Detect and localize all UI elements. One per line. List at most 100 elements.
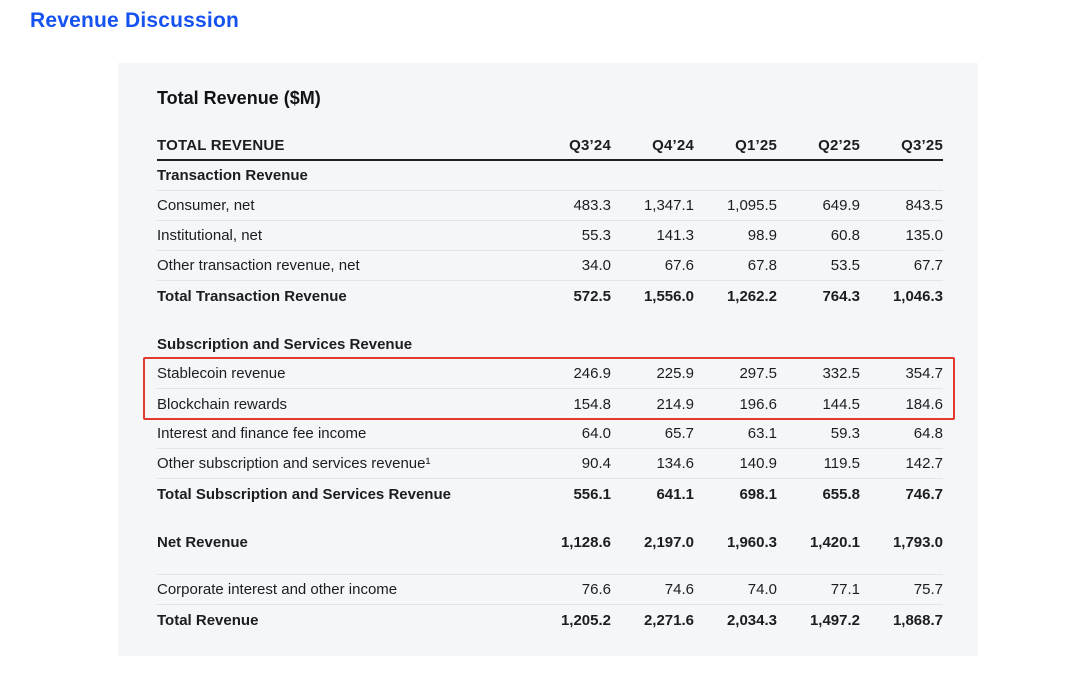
- cell-value: 746.7: [860, 486, 943, 503]
- cell-value: 2,271.6: [611, 612, 694, 629]
- cell-value: 90.4: [528, 455, 611, 472]
- cell-value: 135.0: [860, 227, 943, 244]
- cell-value: 67.6: [611, 257, 694, 274]
- cell-value: 119.5: [777, 455, 860, 472]
- cell-value: 641.1: [611, 486, 694, 503]
- table-spacer: [157, 311, 943, 329]
- table-row: Institutional, net55.3141.398.960.8135.0: [157, 221, 943, 251]
- table-spacer: [157, 509, 943, 527]
- cell-value: 655.8: [777, 486, 860, 503]
- revenue-table-body: TOTAL REVENUEQ3’24Q4’24Q1’25Q2’25Q3’25 Tr…: [157, 131, 943, 635]
- cell-value: 1,497.2: [777, 612, 860, 629]
- row-label: Net Revenue: [157, 534, 528, 551]
- row-label: Subscription and Services Revenue: [157, 336, 528, 353]
- cell-value: 142.7: [860, 455, 943, 472]
- row-label: Stablecoin revenue: [157, 365, 528, 382]
- cell-value: 1,793.0: [860, 534, 943, 551]
- cell-value: 59.3: [777, 425, 860, 442]
- cell-value: 55.3: [528, 227, 611, 244]
- cell-value: 77.1: [777, 581, 860, 598]
- cell-value: 64.0: [528, 425, 611, 442]
- cell-value: 141.3: [611, 227, 694, 244]
- column-header: Q3’25: [860, 137, 943, 154]
- row-label: Other subscription and services revenue¹: [157, 455, 528, 472]
- cell-value: 1,205.2: [528, 612, 611, 629]
- cell-value: 98.9: [694, 227, 777, 244]
- cell-value: 1,046.3: [860, 288, 943, 305]
- cell-value: 1,095.5: [694, 197, 777, 214]
- table-row: Blockchain rewards154.8214.9196.6144.518…: [157, 389, 943, 419]
- cell-value: 63.1: [694, 425, 777, 442]
- cell-value: 140.9: [694, 455, 777, 472]
- cell-value: 76.6: [528, 581, 611, 598]
- column-header: Q3’24: [528, 137, 611, 154]
- row-label: Consumer, net: [157, 197, 528, 214]
- cell-value: 332.5: [777, 365, 860, 382]
- cell-value: 297.5: [694, 365, 777, 382]
- cell-value: 1,556.0: [611, 288, 694, 305]
- cell-value: 65.7: [611, 425, 694, 442]
- highlighted-rows-group: Stablecoin revenue246.9225.9297.5332.535…: [157, 359, 943, 419]
- cell-value: 75.7: [860, 581, 943, 598]
- row-label: Total Transaction Revenue: [157, 288, 528, 305]
- cell-value: 2,197.0: [611, 534, 694, 551]
- row-label: Total Subscription and Services Revenue: [157, 486, 528, 503]
- cell-value: 2,034.3: [694, 612, 777, 629]
- row-label: Institutional, net: [157, 227, 528, 244]
- revenue-table-card: Total Revenue ($M) TOTAL REVENUEQ3’24Q4’…: [118, 63, 978, 656]
- table-row: Total Revenue1,205.22,271.62,034.31,497.…: [157, 605, 943, 635]
- cell-value: 764.3: [777, 288, 860, 305]
- cell-value: 1,347.1: [611, 197, 694, 214]
- cell-value: 53.5: [777, 257, 860, 274]
- row-label: Corporate interest and other income: [157, 581, 528, 598]
- row-label: Other transaction revenue, net: [157, 257, 528, 274]
- cell-value: 649.9: [777, 197, 860, 214]
- row-label: Transaction Revenue: [157, 167, 528, 184]
- table-row: Other transaction revenue, net34.067.667…: [157, 251, 943, 281]
- cell-value: 1,128.6: [528, 534, 611, 551]
- cell-value: 214.9: [611, 396, 694, 413]
- row-label: Total Revenue: [157, 612, 528, 629]
- cell-value: 354.7: [860, 365, 943, 382]
- table-row: Subscription and Services Revenue: [157, 329, 943, 359]
- cell-value: 1,262.2: [694, 288, 777, 305]
- cell-value: 34.0: [528, 257, 611, 274]
- table-row: Consumer, net483.31,347.11,095.5649.9843…: [157, 191, 943, 221]
- table-row: Net Revenue1,128.62,197.01,960.31,420.11…: [157, 527, 943, 557]
- table-row: Total Subscription and Services Revenue5…: [157, 479, 943, 509]
- cell-value: 1,868.7: [860, 612, 943, 629]
- cell-value: 225.9: [611, 365, 694, 382]
- table-row: Stablecoin revenue246.9225.9297.5332.535…: [157, 359, 943, 389]
- table-header-label: TOTAL REVENUE: [157, 137, 528, 154]
- cell-value: 556.1: [528, 486, 611, 503]
- cell-value: 246.9: [528, 365, 611, 382]
- page-title: Revenue Discussion: [30, 9, 239, 33]
- column-header: Q4’24: [611, 137, 694, 154]
- cell-value: 67.8: [694, 257, 777, 274]
- cell-value: 67.7: [860, 257, 943, 274]
- table-row: Total Transaction Revenue572.51,556.01,2…: [157, 281, 943, 311]
- cell-value: 572.5: [528, 288, 611, 305]
- column-header: Q1’25: [694, 137, 777, 154]
- table-header-row: TOTAL REVENUEQ3’24Q4’24Q1’25Q2’25Q3’25: [157, 131, 943, 161]
- table-row: Transaction Revenue: [157, 161, 943, 191]
- cell-value: 483.3: [528, 197, 611, 214]
- table-spacer: [157, 557, 943, 575]
- column-header: Q2’25: [777, 137, 860, 154]
- cell-value: 74.0: [694, 581, 777, 598]
- table-row: Corporate interest and other income76.67…: [157, 575, 943, 605]
- cell-value: 134.6: [611, 455, 694, 472]
- cell-value: 184.6: [860, 396, 943, 413]
- table-row: Interest and finance fee income64.065.76…: [157, 419, 943, 449]
- cell-value: 60.8: [777, 227, 860, 244]
- cell-value: 698.1: [694, 486, 777, 503]
- cell-value: 196.6: [694, 396, 777, 413]
- cell-value: 144.5: [777, 396, 860, 413]
- cell-value: 843.5: [860, 197, 943, 214]
- card-title: Total Revenue ($M): [157, 88, 943, 109]
- row-label: Interest and finance fee income: [157, 425, 528, 442]
- cell-value: 154.8: [528, 396, 611, 413]
- cell-value: 74.6: [611, 581, 694, 598]
- cell-value: 1,420.1: [777, 534, 860, 551]
- table-row: Other subscription and services revenue¹…: [157, 449, 943, 479]
